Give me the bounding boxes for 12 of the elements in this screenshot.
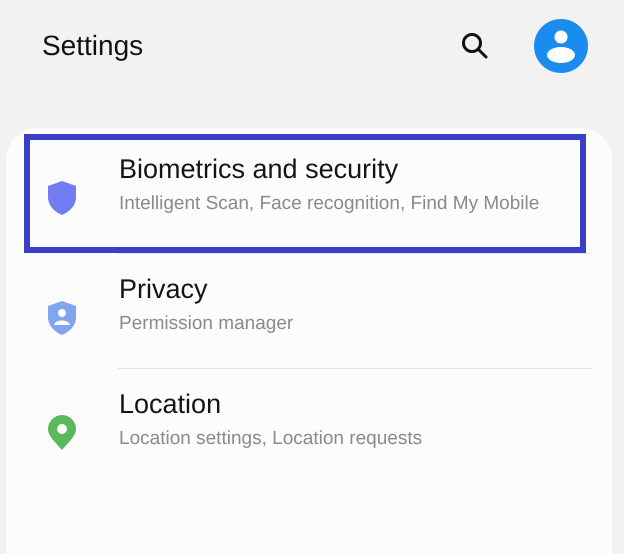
item-title: Biometrics and security	[119, 154, 400, 185]
profile-avatar-icon[interactable]	[534, 19, 588, 73]
settings-item[interactable]: Privacy Permission manager	[24, 254, 586, 368]
item-subtitle: Location settings, Location requests	[119, 427, 424, 452]
item-subtitle: Intelligent Scan, Face recognition, Find My Mobile	[119, 192, 540, 216]
item-title: Location	[119, 389, 222, 420]
item-title: Privacy	[119, 274, 209, 305]
screen-title: Settings	[42, 30, 144, 62]
item-subtitle: Permission manager	[119, 312, 294, 336]
search-icon[interactable]	[460, 31, 490, 61]
settings-item[interactable]: Location Location settings, Location requests	[24, 369, 586, 484]
highlighted-settings-item[interactable]: Biometrics and security Intelligent Scan, Face recognition, Find My Mobile	[24, 134, 586, 253]
